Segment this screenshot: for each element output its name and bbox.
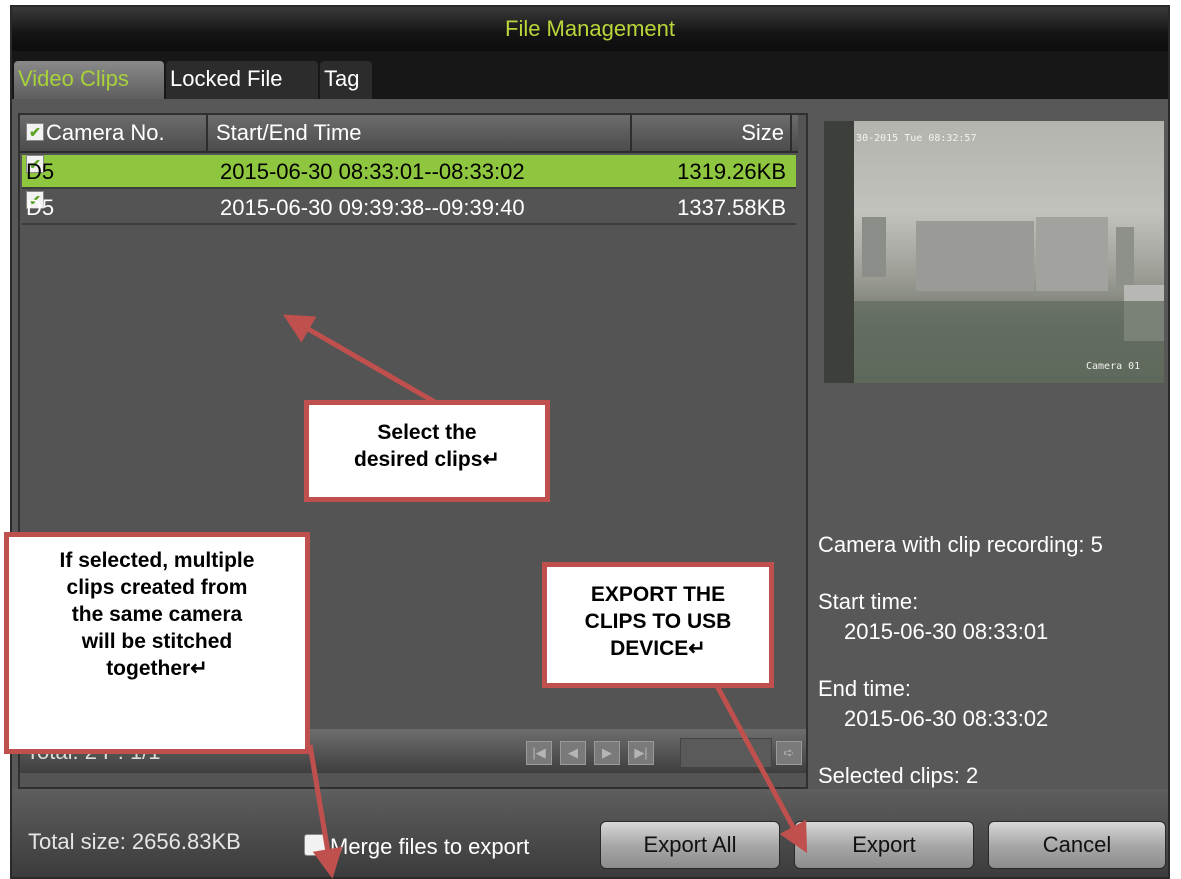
row-time: 2015-06-30 09:39:38--09:39:40	[220, 195, 525, 220]
video-preview: 08-30-2015 Tue 08:32:57 Camera 01	[824, 121, 1164, 383]
window-title: File Management	[12, 7, 1168, 51]
preview-osd-camera: Camera 01	[1086, 361, 1141, 372]
preview-building	[862, 217, 886, 277]
tab-tag[interactable]: Tag	[320, 61, 372, 99]
info-start-label: Start time:	[818, 589, 919, 614]
column-divider	[790, 115, 792, 151]
cancel-button[interactable]: Cancel	[988, 821, 1166, 869]
column-divider	[206, 115, 208, 151]
export-button[interactable]: Export	[794, 821, 974, 869]
row-camera: D5	[26, 195, 55, 220]
clip-row[interactable]: ✔ D5 2015-06-30 09:39:38--09:39:40 1337.5…	[22, 191, 796, 225]
row-size: 1337.58KB	[677, 195, 786, 220]
preview-osd-datetime: 08-30-2015 Tue 08:32:57	[838, 133, 977, 144]
callout-merge-files: If selected, multiple clips created from…	[4, 532, 310, 754]
info-selected-clips: Selected clips: 2	[818, 763, 979, 788]
row-size: 1319.26KB	[677, 159, 786, 184]
info-start-value: 2015-06-30 08:33:01	[844, 619, 1049, 644]
info-end-value: 2015-06-30 08:33:02	[844, 706, 1049, 731]
column-divider	[630, 115, 632, 151]
info-end-label: End time:	[818, 676, 911, 701]
go-page-icon[interactable]: ➪	[776, 741, 802, 765]
prev-page-icon[interactable]: ◀	[560, 741, 586, 765]
callout-export-usb: EXPORT THE CLIPS TO USB DEVICE↵	[542, 562, 774, 688]
bottom-bar: Total size: 2656.83KB Merge files to exp…	[12, 789, 1168, 877]
tab-video-clips[interactable]: Video Clips	[14, 61, 164, 99]
column-start-end-time[interactable]: Start/End Time	[216, 115, 362, 151]
merge-files-checkbox[interactable]	[304, 834, 326, 856]
tab-locked-file[interactable]: Locked File	[166, 61, 318, 99]
next-page-icon[interactable]: ▶	[594, 741, 620, 765]
row-camera: D5	[26, 159, 55, 184]
select-all-checkbox[interactable]: ✔	[26, 123, 44, 142]
preview-building	[916, 221, 1034, 291]
row-time: 2015-06-30 08:33:01--08:33:02	[220, 159, 525, 184]
callout-select-clips: Select the desired clips↵	[304, 400, 550, 502]
clip-row[interactable]: ✔ D5 2015-06-30 08:33:01--08:33:02 1319.2…	[22, 155, 796, 189]
first-page-icon[interactable]: |◀	[526, 741, 552, 765]
last-page-icon[interactable]: ▶|	[628, 741, 654, 765]
column-camera-no[interactable]: ✔ Camera No.	[26, 115, 165, 151]
preview-building	[824, 121, 854, 383]
total-size-text: Total size: 2656.83KB	[28, 829, 241, 854]
preview-building	[1116, 227, 1134, 287]
export-all-button[interactable]: Export All	[600, 821, 780, 869]
preview-building	[1036, 217, 1108, 291]
tab-bar: Video Clips Locked File Tag	[12, 51, 1168, 99]
column-size[interactable]: Size	[634, 115, 784, 151]
info-camera-count: Camera with clip recording: 5	[818, 532, 1103, 557]
clip-list-header: ✔ Camera No. Start/End Time Size	[20, 115, 798, 153]
page-number-input[interactable]	[680, 738, 772, 768]
merge-files-label: Merge files to export	[330, 834, 530, 859]
